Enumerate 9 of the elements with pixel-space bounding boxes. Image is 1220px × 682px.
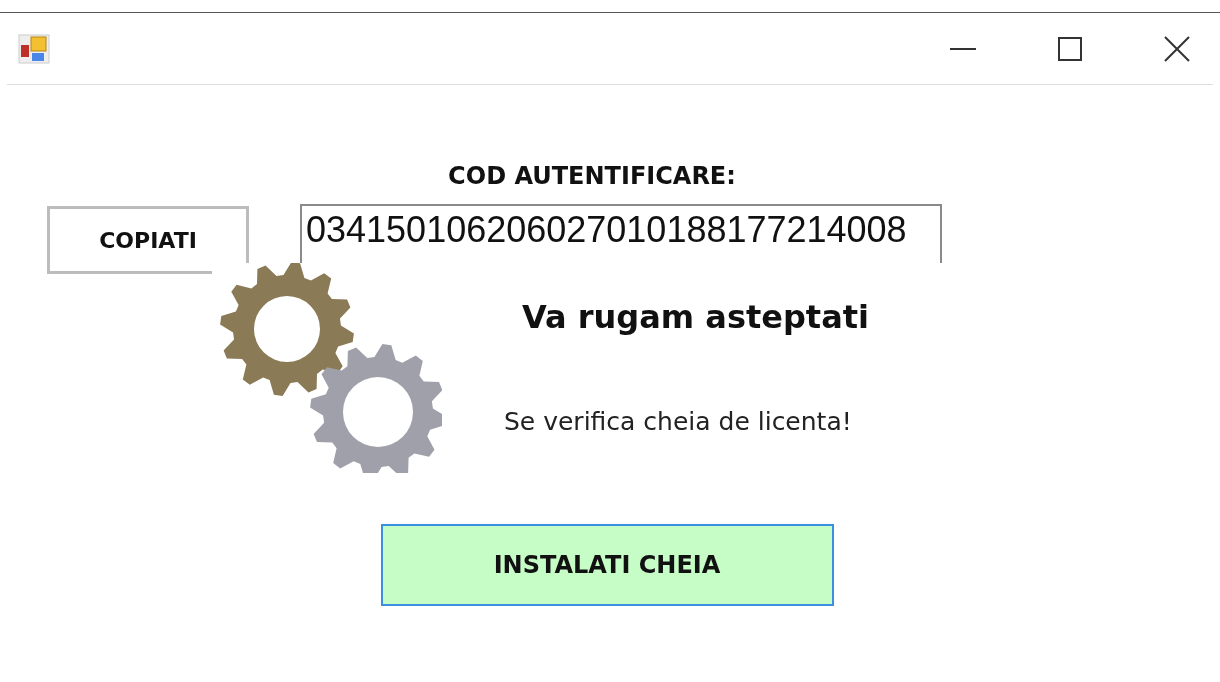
- minimize-icon: [950, 47, 976, 50]
- wait-title: Va rugam asteptati: [522, 297, 869, 338]
- copy-button[interactable]: COPIATI: [47, 206, 249, 274]
- wait-message: Se verifica cheia de licenta!: [504, 406, 853, 438]
- close-icon: [1164, 35, 1190, 62]
- maximize-icon: [1058, 36, 1082, 61]
- app-icon: [18, 33, 50, 64]
- auth-code-label: COD AUTENTIFICARE:: [447, 161, 737, 192]
- install-key-button[interactable]: INSTALATI CHEIA: [380, 524, 834, 606]
